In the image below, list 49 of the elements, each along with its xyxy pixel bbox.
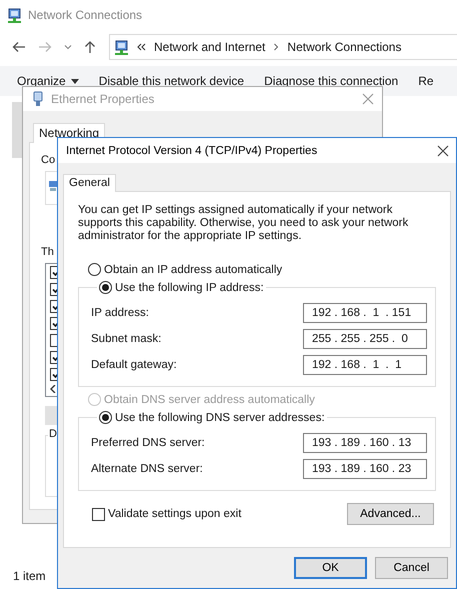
ip-address-field[interactable]: 193 . 189 . 160 . 23 (303, 459, 427, 479)
recent-caret-icon[interactable] (64, 44, 72, 50)
toolbar-button[interactable]: Organize (9, 72, 87, 90)
ip-address-field[interactable]: 192 . 168 . 1 . 1 (303, 355, 427, 375)
field-label: Subnet mask: (91, 333, 162, 345)
breadcrumb-item[interactable]: Network and Internet (154, 40, 266, 54)
label: Co (41, 153, 56, 167)
checkbox-option[interactable]: Validate settings upon exit (92, 508, 242, 520)
radio-button[interactable] (99, 411, 112, 424)
description-text: You can get IP settings assigned automatically if your network supports this capability. Otherwise, you need to ask your network administrator for the appropriate IP settings. (78, 204, 410, 243)
up-icon[interactable] (84, 40, 96, 54)
toolbar-button[interactable]: Diagnose this connection (256, 72, 406, 90)
window-title: Internet Protocol Version 4 (TCP/IPv4) Properties (66, 144, 318, 156)
dialog-button[interactable]: Cancel (375, 557, 448, 579)
tab[interactable]: General (63, 174, 116, 192)
scroll-left-icon[interactable] (50, 385, 56, 393)
caret-icon (70, 78, 79, 84)
window-title: Network Connections (28, 8, 142, 22)
checkbox[interactable] (92, 508, 105, 520)
close-icon[interactable] (437, 144, 449, 156)
item-highlight (12, 102, 22, 158)
toolbar-button[interactable]: Disable this network device (90, 72, 252, 90)
label: Th (41, 245, 54, 259)
advanced-button[interactable]: Advanced... (347, 503, 434, 525)
field-label: IP address: (91, 307, 149, 319)
breadcrumb-item[interactable]: Network Connections (287, 40, 402, 54)
field-label: Default gateway: (91, 359, 177, 371)
network-icon (114, 40, 129, 54)
dialog-button[interactable]: OK (294, 557, 367, 579)
adapter-icon (49, 180, 57, 192)
toolbar-button[interactable]: Re (410, 72, 442, 90)
radio-button[interactable] (88, 263, 101, 276)
field-label: Alternate DNS server: (91, 463, 203, 475)
ip-address-field[interactable]: 255 . 255 . 255 . 0 (303, 329, 427, 349)
radio-button[interactable] (99, 281, 112, 294)
radio-option[interactable]: Use the following DNS server addresses: (99, 411, 325, 424)
status-text: 1 item (13, 568, 46, 585)
radio-option[interactable]: Obtain an IP address automatically (88, 263, 282, 276)
chevron-icon[interactable] (273, 43, 280, 51)
network-icon (7, 8, 22, 22)
field-label: Preferred DNS server: (91, 437, 205, 449)
overflow-chevron-icon[interactable] (137, 43, 146, 51)
back-icon[interactable] (12, 41, 26, 53)
radio-option[interactable]: Use the following IP address: (99, 281, 264, 294)
ip-address-field[interactable]: 193 . 189 . 160 . 13 (303, 433, 427, 453)
window-title: Ethernet Properties (51, 92, 156, 106)
ip-address-field[interactable]: 192 . 168 . 1 . 151 (303, 303, 427, 323)
address-bar[interactable]: Network and Internet Network Connections (109, 34, 457, 60)
adapter-icon (33, 91, 43, 107)
